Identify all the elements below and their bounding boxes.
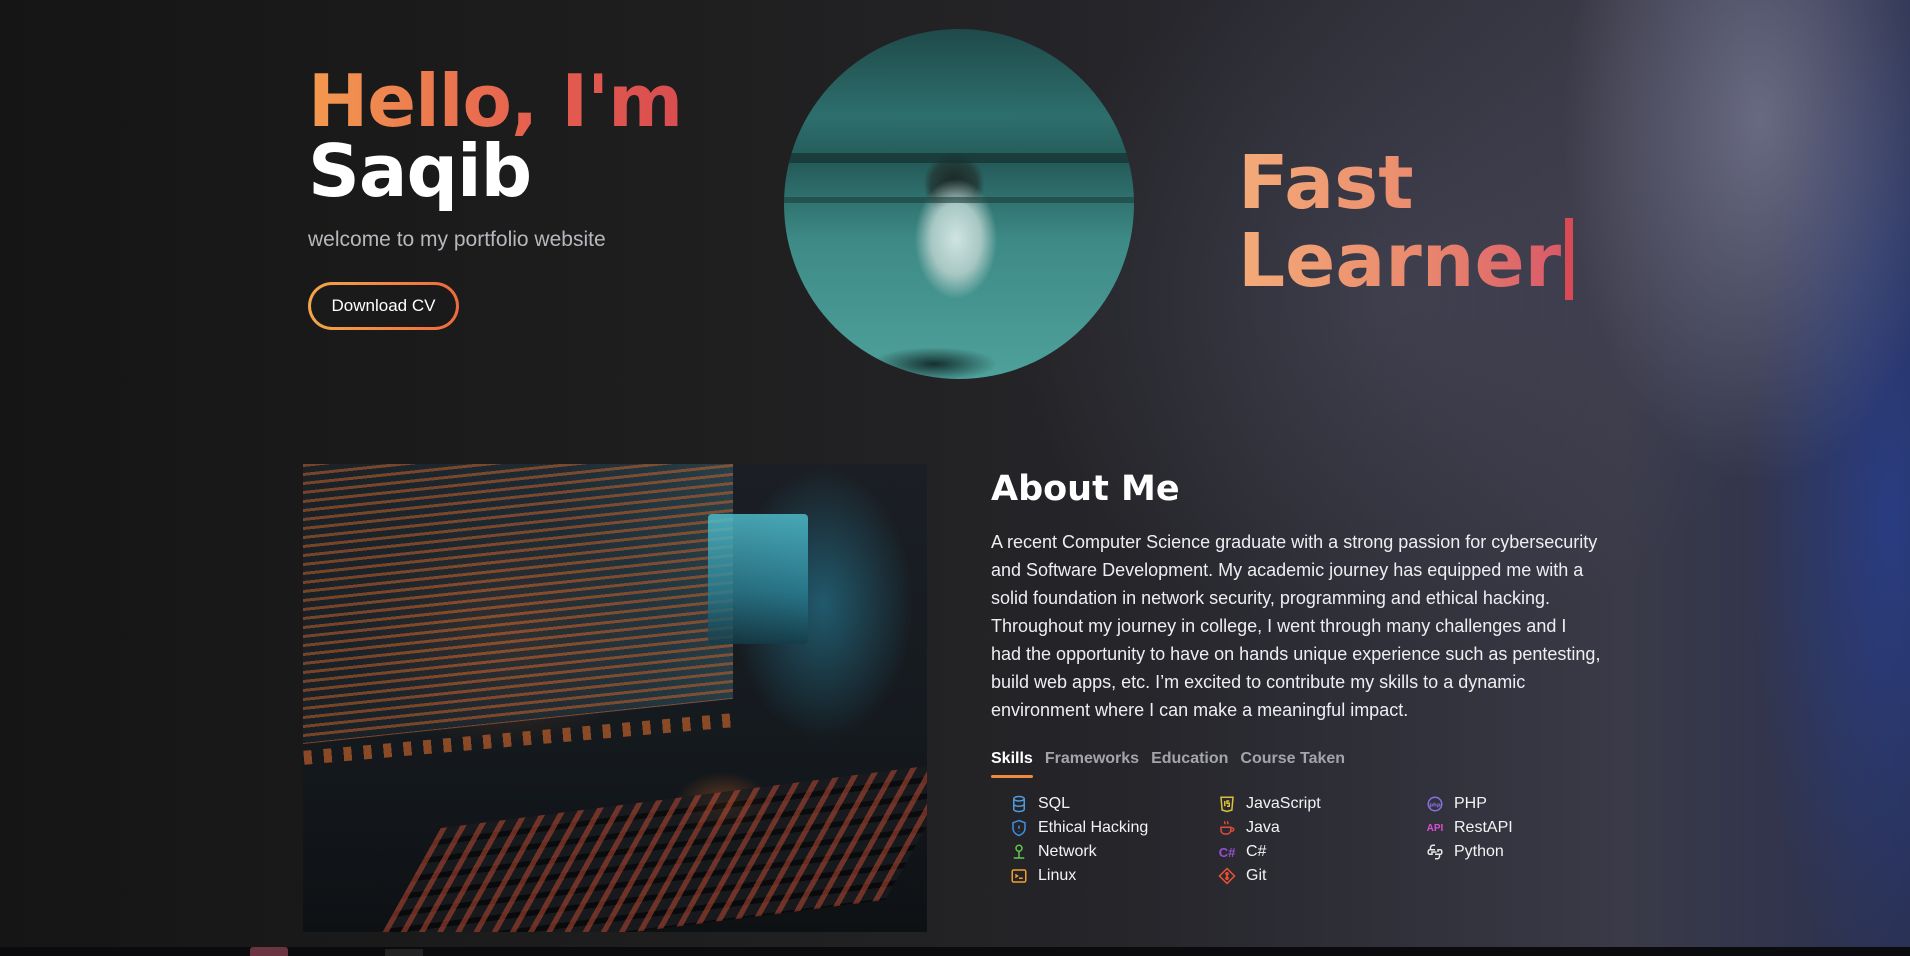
- about-description: A recent Computer Science graduate with …: [991, 532, 1601, 720]
- about-title: About Me: [991, 469, 1180, 509]
- tab-course-taken[interactable]: Course Taken: [1240, 750, 1345, 778]
- csharp-icon: C#: [1218, 844, 1236, 860]
- skill-label: RestAPI: [1454, 819, 1513, 836]
- svg-text:php: php: [1429, 802, 1440, 808]
- api-icon: API: [1426, 822, 1444, 834]
- php-icon: php: [1425, 795, 1445, 813]
- skill-label: Network: [1038, 843, 1097, 860]
- hero-name: Saqib: [308, 129, 532, 213]
- skill-item-csharp: C# C#: [1217, 842, 1425, 862]
- skill-item-ethical-hacking: Ethical Hacking: [1009, 818, 1217, 838]
- skill-item-git: Git: [1217, 866, 1425, 886]
- typing-caret: [1565, 218, 1574, 300]
- terminal-icon: [1009, 867, 1029, 885]
- about-tabs: Skills Frameworks Education Course Taken: [991, 750, 1601, 778]
- skills-list: SQL JavaScript php PHP Ethical Hacking J…: [1009, 794, 1601, 886]
- skill-label: SQL: [1038, 795, 1071, 812]
- taskbar-app-icon[interactable]: [250, 947, 288, 956]
- about-section: About Me A recent Computer Science gradu…: [991, 468, 1601, 886]
- hero-greeting: Hello, I'm: [308, 59, 683, 143]
- tab-frameworks[interactable]: Frameworks: [1045, 750, 1139, 778]
- js-icon: [1217, 795, 1237, 813]
- skill-label: Java: [1246, 819, 1280, 836]
- hero-intro: Hello, I'm Saqib welcome to my portfolio…: [308, 59, 683, 330]
- java-cup-icon: [1217, 819, 1237, 837]
- shield-icon: [1009, 819, 1029, 837]
- skill-item-linux: Linux: [1009, 866, 1217, 886]
- skill-item-sql: SQL: [1009, 794, 1217, 814]
- hero-subtitle: welcome to my portfolio website: [308, 228, 606, 251]
- skill-item-network: Network: [1009, 842, 1217, 862]
- skill-item-java: Java: [1217, 818, 1425, 838]
- database-icon: [1009, 795, 1029, 813]
- typing-tagline: Fast Learner: [1238, 146, 1574, 300]
- python-icon: [1425, 843, 1445, 861]
- skill-item-restapi: API RestAPI: [1425, 818, 1633, 838]
- skill-label: JavaScript: [1246, 795, 1321, 812]
- skill-label: PHP: [1454, 795, 1487, 812]
- skill-label: Linux: [1038, 867, 1077, 884]
- skill-label: Python: [1454, 843, 1504, 860]
- os-taskbar: [0, 947, 1910, 956]
- tagline-line-2: Learner: [1238, 218, 1562, 304]
- taskbar-app-icon[interactable]: [385, 949, 423, 956]
- about-image: [303, 464, 927, 932]
- profile-avatar: [784, 29, 1134, 379]
- network-icon: [1009, 843, 1029, 861]
- skill-item-php: php PHP: [1425, 794, 1633, 814]
- skill-label: C#: [1246, 843, 1267, 860]
- skill-item-javascript: JavaScript: [1217, 794, 1425, 814]
- skill-label: Ethical Hacking: [1038, 819, 1149, 836]
- skill-label: Git: [1246, 867, 1267, 884]
- skill-item-python: Python: [1425, 842, 1633, 862]
- git-icon: [1217, 867, 1237, 885]
- download-cv-button[interactable]: Download CV: [308, 282, 459, 330]
- tab-skills[interactable]: Skills: [991, 750, 1033, 778]
- tagline-line-1: Fast: [1238, 146, 1573, 220]
- tab-education[interactable]: Education: [1151, 750, 1228, 778]
